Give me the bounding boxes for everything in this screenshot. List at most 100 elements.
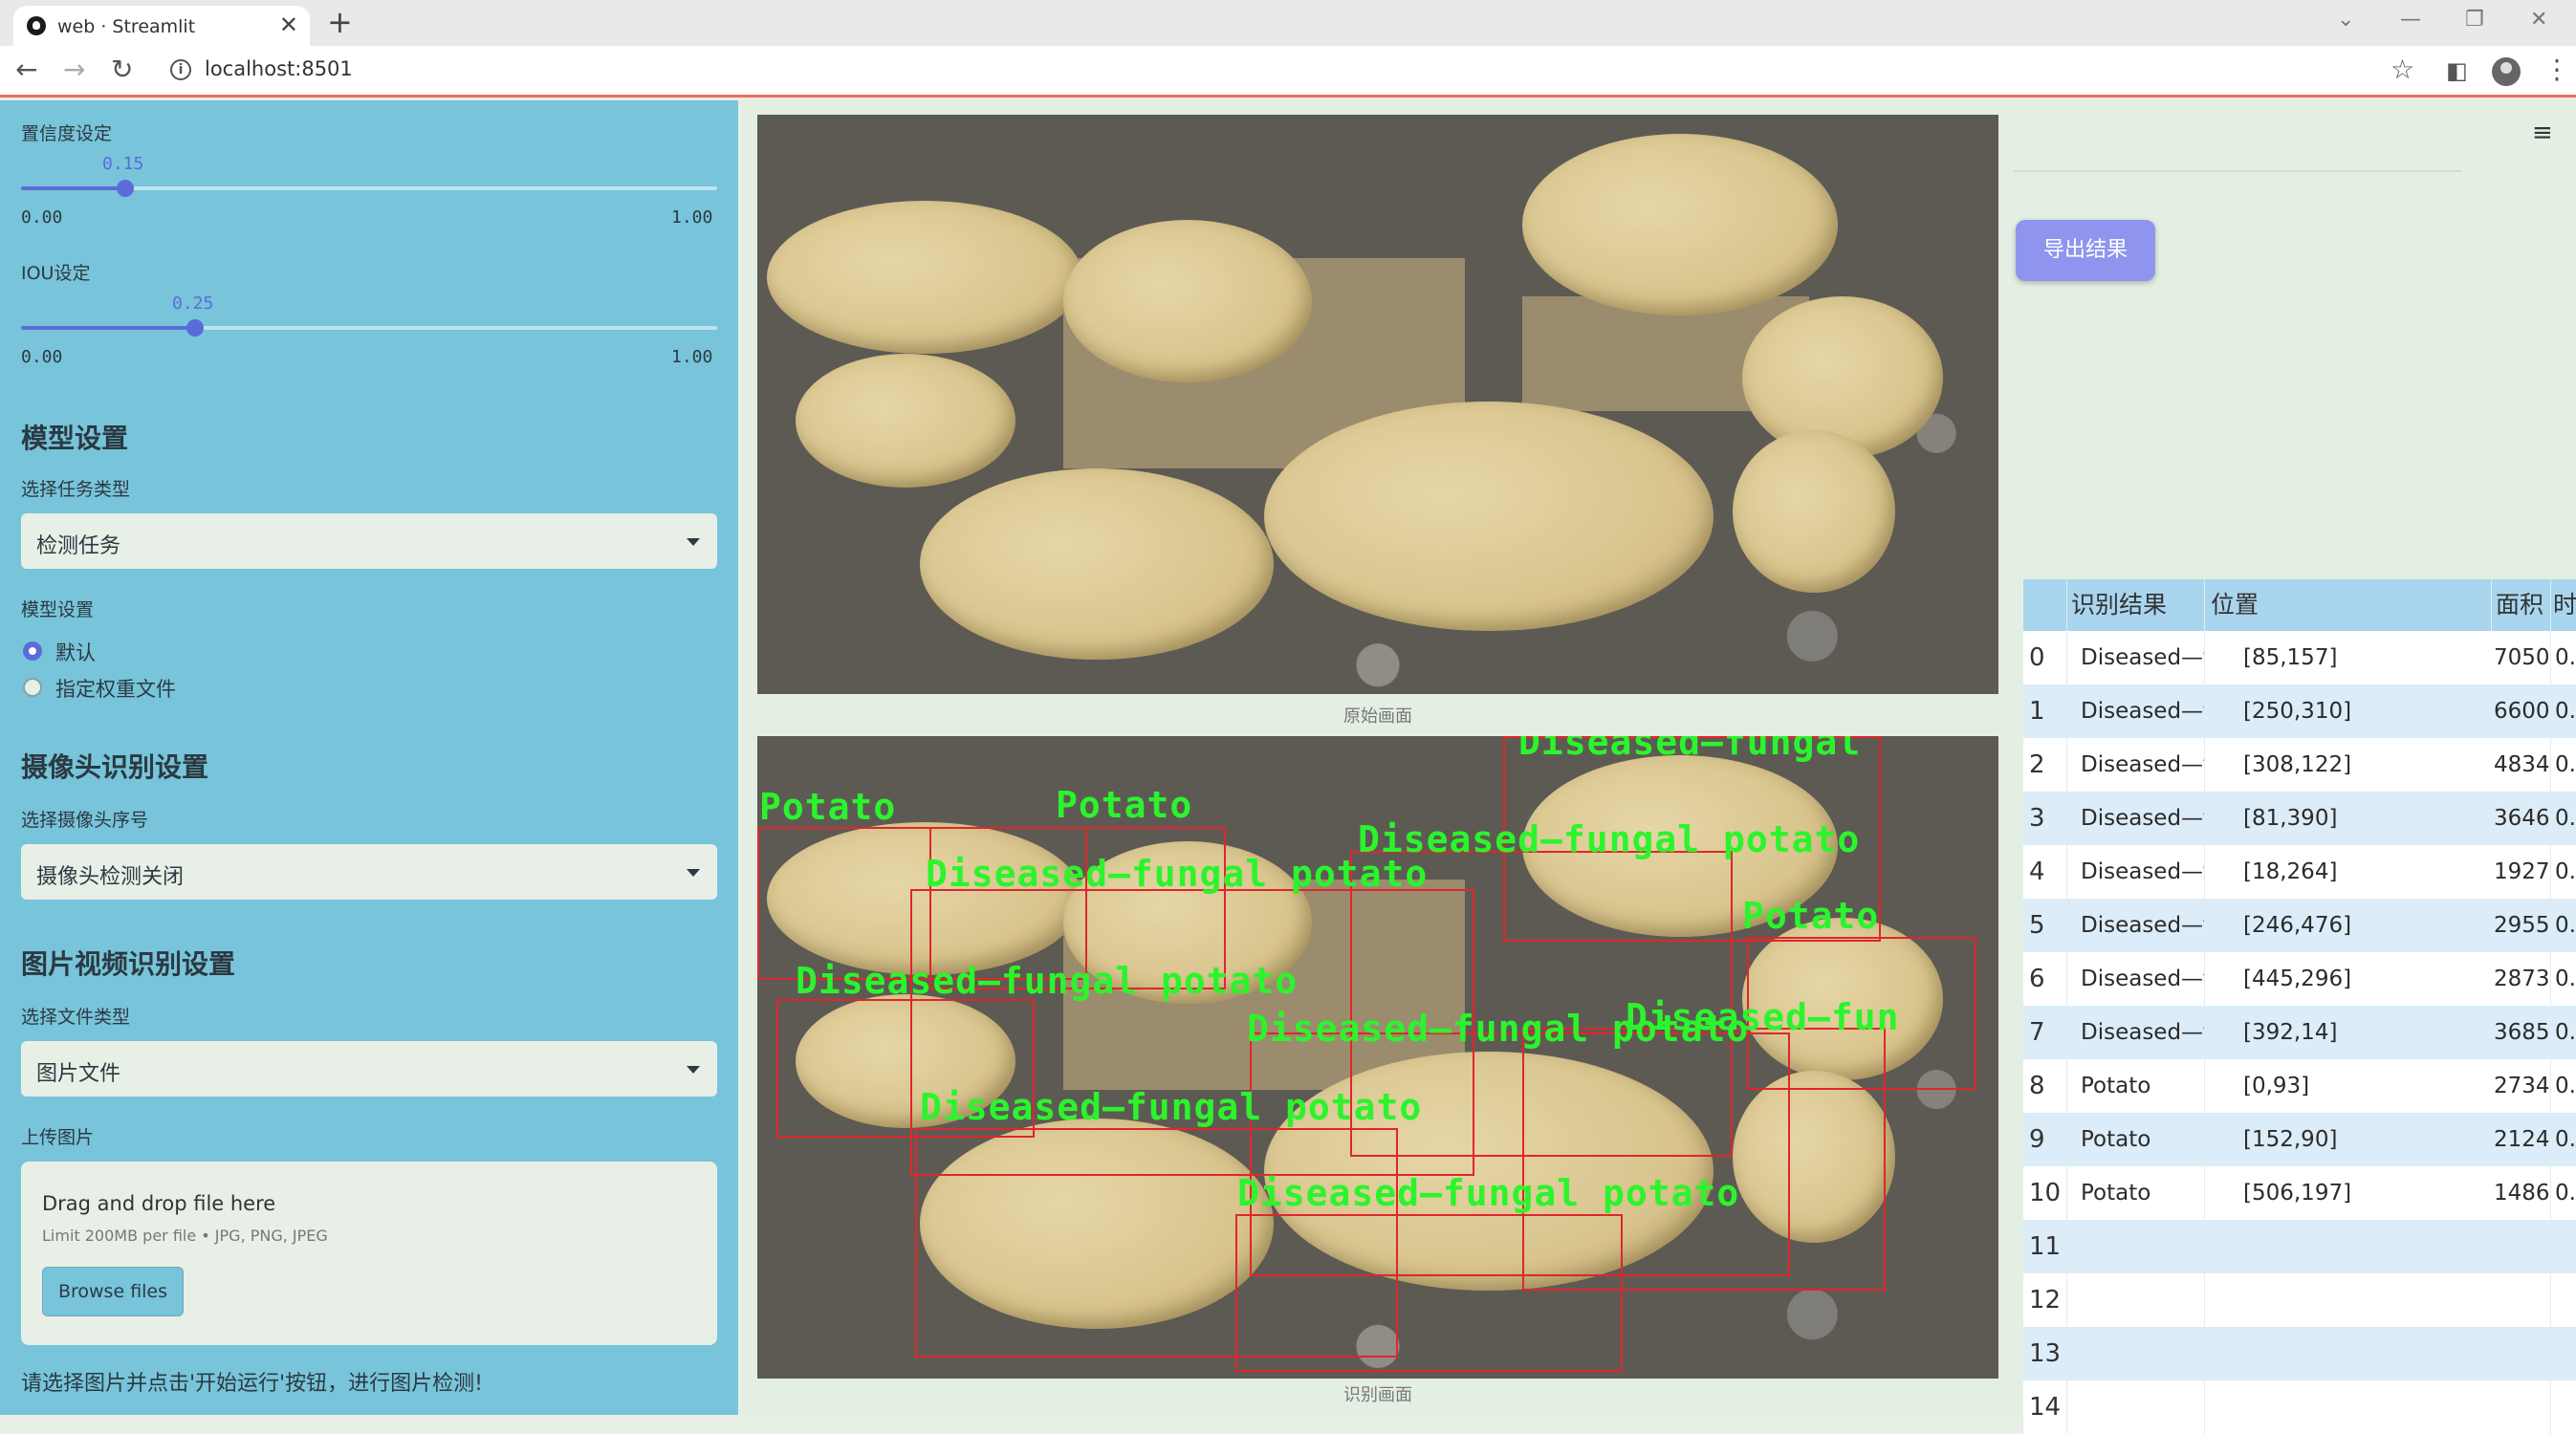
detection-box bbox=[1522, 1028, 1886, 1291]
row-time: 0.03 bbox=[2555, 859, 2576, 884]
export-results-button[interactable]: 导出结果 bbox=[2016, 220, 2155, 281]
new-tab-button[interactable]: + bbox=[327, 4, 353, 40]
iou-slider-thumb[interactable] bbox=[186, 319, 204, 337]
iou-slider-fill bbox=[21, 326, 195, 330]
confidence-slider-fill bbox=[21, 186, 125, 190]
row-position: [392,14] bbox=[2243, 1020, 2338, 1045]
camera-index-select[interactable]: 摄像头检测关闭 bbox=[21, 844, 717, 900]
chevron-down-icon bbox=[687, 1066, 700, 1074]
confidence-slider[interactable] bbox=[21, 180, 717, 197]
table-row[interactable]: 12 bbox=[2023, 1273, 2576, 1327]
row-result: Diseased—fungal potato bbox=[2067, 899, 2205, 952]
row-index: 0 bbox=[2023, 631, 2067, 684]
results-table: 识别结果 位置 面积 时间 0 Diseased—fungal potato 705… bbox=[2023, 579, 2576, 1434]
potato-slice bbox=[767, 201, 1082, 354]
row-area: 14868 bbox=[2492, 1166, 2551, 1220]
row-area bbox=[2492, 1327, 2551, 1380]
minimize-icon[interactable]: — bbox=[2400, 8, 2421, 32]
confidence-max: 1.00 bbox=[671, 207, 713, 228]
chevron-down-icon bbox=[687, 538, 700, 546]
confidence-label: 置信度设定 bbox=[21, 123, 113, 144]
hamburger-menu-icon[interactable]: ≡ bbox=[2532, 119, 2553, 147]
table-row[interactable]: 8Potato 273480.05 [0,93] bbox=[2023, 1059, 2576, 1113]
table-row[interactable]: 2Diseased—fungal potato 483480.02 [308,122… bbox=[2023, 738, 2576, 792]
row-index: 7 bbox=[2023, 1006, 2067, 1059]
bookmark-star-icon[interactable]: ☆ bbox=[2390, 54, 2414, 85]
confidence-value: 0.15 bbox=[102, 154, 144, 174]
browse-files-button[interactable]: Browse files bbox=[42, 1267, 184, 1316]
row-result: Diseased—fungal potato bbox=[2067, 952, 2205, 1006]
row-time bbox=[2551, 1220, 2576, 1273]
row-index: 14 bbox=[2023, 1380, 2067, 1434]
file-type-select[interactable]: 图片文件 bbox=[21, 1041, 717, 1097]
iou-min: 0.00 bbox=[21, 347, 63, 367]
row-area: 70500 bbox=[2492, 631, 2551, 684]
row-index: 11 bbox=[2023, 1220, 2067, 1273]
table-row[interactable]: 9Potato 212480.01 [152,90] bbox=[2023, 1113, 2576, 1166]
table-row[interactable]: 10Potato 148680.02 [506,197] bbox=[2023, 1166, 2576, 1220]
row-time: 0.05 bbox=[2555, 1020, 2576, 1045]
original-image bbox=[757, 115, 1998, 694]
radio-default[interactable] bbox=[23, 641, 42, 661]
model-settings-heading: 模型设置 bbox=[21, 423, 129, 454]
row-result: Diseased—fungal potato bbox=[2067, 845, 2205, 899]
iou-label: IOU设定 bbox=[21, 263, 91, 284]
table-row[interactable]: 3Diseased—fungal potato 364650.02 [81,390] bbox=[2023, 792, 2576, 845]
row-time: 0.02 bbox=[2555, 1181, 2576, 1206]
confidence-slider-thumb[interactable] bbox=[117, 180, 134, 197]
radio-custom-weights[interactable] bbox=[23, 678, 42, 697]
potato-slice bbox=[796, 354, 1015, 488]
close-window-icon[interactable]: ✕ bbox=[2530, 8, 2547, 32]
table-row[interactable]: 7Diseased—fungal potato 368550.05 [392,14] bbox=[2023, 1006, 2576, 1059]
reload-icon[interactable]: ↻ bbox=[111, 54, 133, 85]
row-time bbox=[2551, 1327, 2576, 1380]
row-area: 48348 bbox=[2492, 738, 2551, 792]
tab-close-icon[interactable]: ✕ bbox=[279, 11, 298, 38]
profile-avatar-icon[interactable] bbox=[2492, 57, 2521, 86]
divider bbox=[2014, 170, 2461, 172]
address-bar[interactable]: localhost:8501 bbox=[205, 57, 353, 80]
radio-custom-weights-label[interactable]: 指定权重文件 bbox=[55, 674, 176, 703]
row-result: Potato bbox=[2067, 1059, 2205, 1113]
header-area[interactable]: 面积 bbox=[2492, 579, 2551, 631]
table-row[interactable]: 5Diseased—fungal potato 295500.04 [246,476… bbox=[2023, 899, 2576, 952]
row-index: 4 bbox=[2023, 845, 2067, 899]
header-result[interactable]: 识别结果 bbox=[2023, 579, 2205, 631]
row-area: 28731 bbox=[2492, 952, 2551, 1006]
row-position: [506,197] bbox=[2243, 1181, 2352, 1206]
table-row[interactable]: 6Diseased—fungal potato 287310.02 [445,296… bbox=[2023, 952, 2576, 1006]
row-position: [152,90] bbox=[2243, 1127, 2338, 1152]
browser-menu-icon[interactable]: ⋮ bbox=[2543, 54, 2570, 85]
side-panel-icon[interactable]: ◧ bbox=[2446, 57, 2468, 84]
table-row[interactable]: 11 bbox=[2023, 1220, 2576, 1273]
row-time: 0.01 bbox=[2555, 699, 2576, 724]
row-area: 36465 bbox=[2492, 792, 2551, 845]
table-row[interactable]: 0Diseased—fungal potato 705000.02 [85,157] bbox=[2023, 631, 2576, 684]
restore-icon[interactable]: ❐ bbox=[2465, 8, 2484, 32]
table-row[interactable]: 13 bbox=[2023, 1327, 2576, 1380]
iou-slider[interactable] bbox=[21, 319, 717, 337]
header-time[interactable]: 时间 bbox=[2551, 579, 2576, 631]
task-type-label: 选择任务类型 bbox=[21, 479, 131, 500]
forward-icon[interactable]: → bbox=[63, 54, 85, 85]
browser-tab[interactable]: web · Streamlit ✕ bbox=[13, 6, 310, 46]
potato-slice bbox=[1264, 402, 1714, 631]
radio-default-label[interactable]: 默认 bbox=[55, 638, 96, 666]
row-time: 0.02 bbox=[2555, 645, 2576, 670]
streamlit-favicon-icon bbox=[27, 16, 46, 35]
table-row[interactable]: 14 bbox=[2023, 1380, 2576, 1434]
table-row[interactable]: 1Diseased—fungal potato 660000.01 [250,310… bbox=[2023, 684, 2576, 738]
media-settings-heading: 图片视频识别设置 bbox=[21, 948, 236, 980]
row-index: 10 bbox=[2023, 1166, 2067, 1220]
row-area: 21248 bbox=[2492, 1113, 2551, 1166]
tab-title: web · Streamlit bbox=[57, 16, 196, 37]
row-time: 0.01 bbox=[2555, 1127, 2576, 1152]
header-position[interactable]: 位置 bbox=[2205, 579, 2492, 631]
potato-slice bbox=[1522, 134, 1838, 315]
file-dropzone[interactable]: Drag and drop file here Limit 200MB per … bbox=[21, 1162, 717, 1345]
back-icon[interactable]: ← bbox=[15, 54, 37, 85]
site-info-icon[interactable]: i bbox=[170, 59, 191, 80]
tab-search-icon[interactable]: ⌄ bbox=[2337, 8, 2354, 32]
task-type-select[interactable]: 检测任务 bbox=[21, 513, 717, 569]
table-row[interactable]: 4Diseased—fungal potato 192720.03 [18,264] bbox=[2023, 845, 2576, 899]
